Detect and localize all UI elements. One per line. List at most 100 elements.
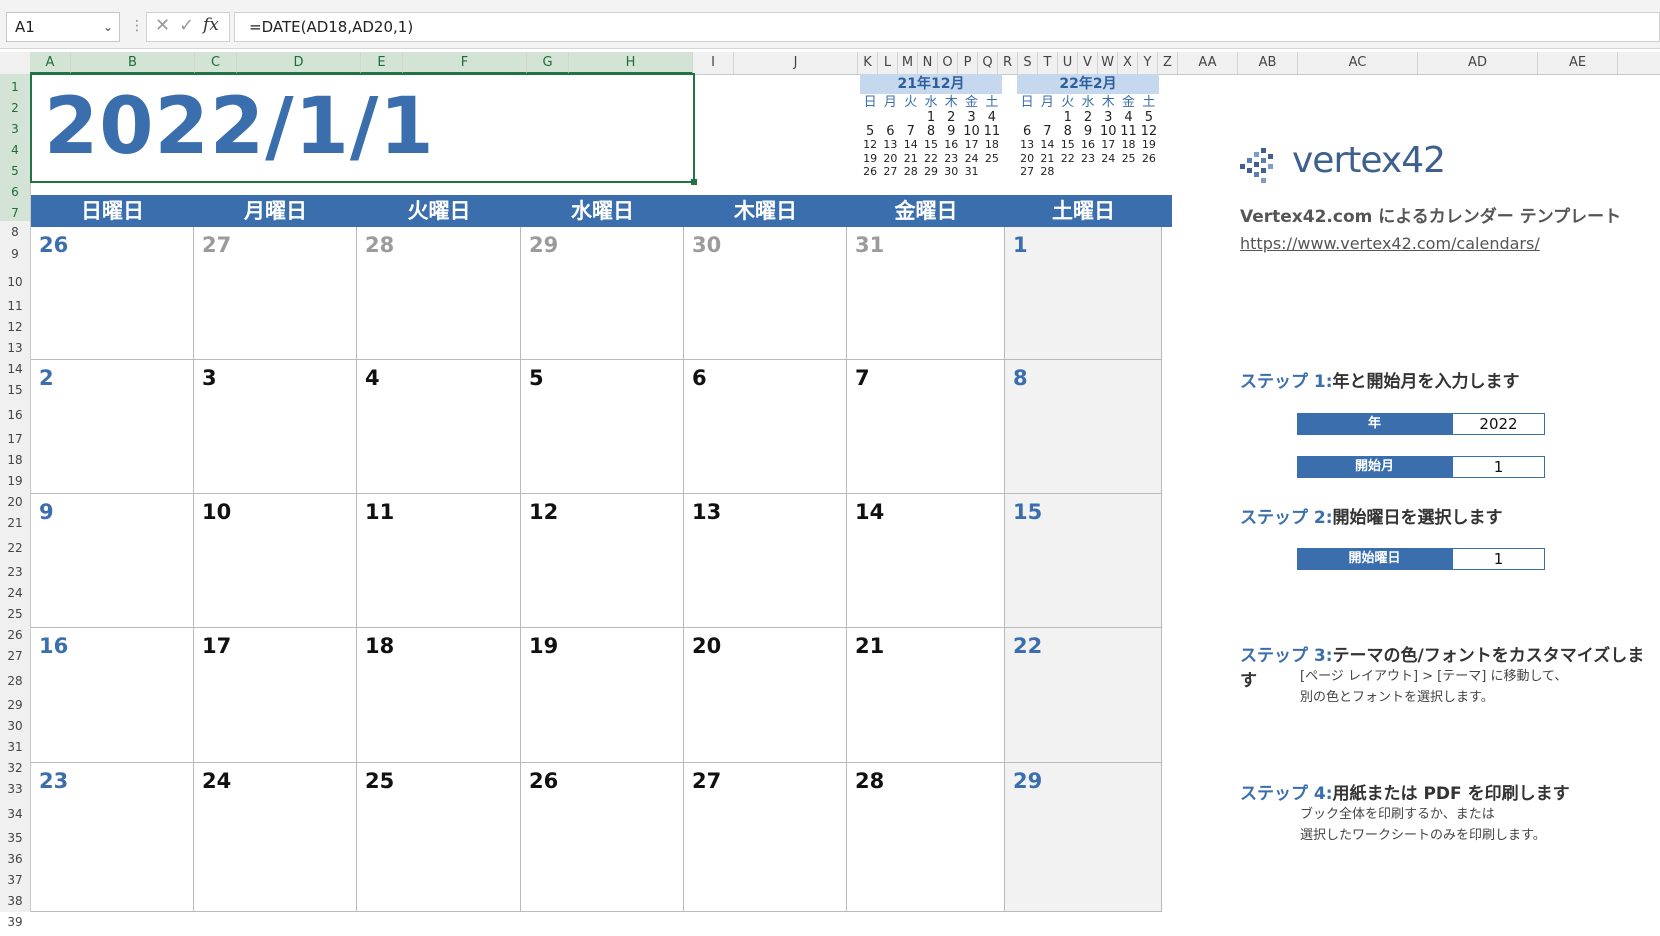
column-header-cell[interactable]: AB [1238,52,1298,74]
row-header-cell[interactable]: 19 [0,468,30,489]
column-header-cell[interactable]: F [403,52,527,74]
calendar-day-cell[interactable]: 25 [357,763,521,912]
column-header-cell[interactable]: K [858,52,878,74]
calendar-day-cell[interactable]: 15 [1005,494,1162,628]
column-header-cell[interactable]: S [1018,52,1038,74]
row-header-cell[interactable]: 17 [0,426,30,447]
calendar-day-cell[interactable]: 26 [31,227,194,360]
row-header-cell[interactable]: 36 [0,846,30,867]
column-header-cell[interactable]: T [1038,52,1058,74]
calendar-day-cell[interactable]: 19 [521,628,684,763]
calendar-day-cell[interactable]: 2 [31,360,194,494]
row-header-cell[interactable]: 31 [0,734,30,755]
column-header-cell[interactable]: A [30,52,71,74]
calendar-day-cell[interactable]: 22 [1005,628,1162,763]
column-header-cell[interactable]: M [898,52,918,74]
calendar-day-cell[interactable]: 26 [521,763,684,912]
column-header-cell[interactable]: D [237,52,361,74]
calendar-day-cell[interactable]: 1 [1005,227,1162,360]
column-header-cell[interactable]: P [958,52,978,74]
row-header-cell[interactable]: 35 [0,825,30,846]
column-header-cell[interactable]: E [361,52,403,74]
row-header-cell[interactable]: 7 [0,200,30,221]
row-header-cell[interactable]: 15 [0,377,30,398]
calendar-day-cell[interactable]: 6 [684,360,847,494]
calendar-day-cell[interactable]: 27 [194,227,357,360]
calendar-day-cell[interactable]: 27 [684,763,847,912]
row-header-cell[interactable]: 11 [0,293,30,314]
row-header-cell[interactable]: 32 [0,755,30,776]
row-header-cell[interactable]: 25 [0,601,30,622]
row-header-cell[interactable]: 38 [0,888,30,909]
calendar-day-cell[interactable]: 8 [1005,360,1162,494]
fill-handle[interactable] [691,179,697,185]
calendar-day-cell[interactable]: 11 [357,494,521,628]
calendar-day-cell[interactable]: 18 [357,628,521,763]
calendar-day-cell[interactable]: 21 [847,628,1005,763]
column-header-cell[interactable]: O [938,52,958,74]
row-header-cell[interactable]: 20 [0,489,30,510]
row-header-cell[interactable]: 30 [0,713,30,734]
row-header-cell[interactable]: 9 [0,237,30,265]
column-header-cell[interactable]: AD [1418,52,1538,74]
row-header-cell[interactable]: 22 [0,531,30,559]
column-header-cell[interactable]: L [878,52,898,74]
column-header-cell[interactable]: Z [1158,52,1178,74]
calendar-day-cell[interactable]: 24 [194,763,357,912]
column-header-cell[interactable]: Q [978,52,998,74]
enter-icon[interactable]: ✓ [179,15,194,36]
row-header-cell[interactable]: 4 [0,137,30,158]
calendar-day-cell[interactable]: 16 [31,628,194,763]
row-header-cell[interactable]: 21 [0,510,30,531]
row-header-cell[interactable]: 39 [0,909,30,930]
column-header-cell[interactable]: G [527,52,569,74]
column-header-cell[interactable]: B [71,52,195,74]
column-header-cell[interactable]: I [693,52,734,74]
row-header-cell[interactable]: 37 [0,867,30,888]
column-header-cell[interactable]: W [1098,52,1118,74]
column-header-cell[interactable]: V [1078,52,1098,74]
row-header-cell[interactable]: 12 [0,314,30,335]
calendar-day-cell[interactable]: 10 [194,494,357,628]
row-header-cell[interactable]: 24 [0,580,30,601]
column-header-cell[interactable]: X [1118,52,1138,74]
start-month-input[interactable]: 1 [1452,456,1545,478]
column-header-cell[interactable]: AE [1538,52,1618,74]
calendar-day-cell[interactable]: 5 [521,360,684,494]
column-header-cell[interactable]: R [998,52,1018,74]
calendar-day-cell[interactable]: 28 [357,227,521,360]
row-header-cell[interactable]: 27 [0,643,30,664]
row-header-cell[interactable]: 3 [0,116,30,137]
cancel-icon[interactable]: ✕ [155,15,170,36]
column-header-cell[interactable]: H [569,52,693,74]
row-header-cell[interactable]: 23 [0,559,30,580]
calendar-day-cell[interactable]: 20 [684,628,847,763]
calendar-day-cell[interactable]: 7 [847,360,1005,494]
row-header-cell[interactable]: 13 [0,335,30,356]
calendar-day-cell[interactable]: 17 [194,628,357,763]
row-header-cell[interactable]: 8 [0,221,30,239]
formula-input[interactable]: =DATE(AD18,AD20,1) [234,12,1660,42]
calendar-day-cell[interactable]: 4 [357,360,521,494]
row-header-cell[interactable]: 29 [0,692,30,713]
start-day-input[interactable]: 1 [1452,548,1545,570]
calendar-day-cell[interactable]: 30 [684,227,847,360]
calendar-day-cell[interactable]: 28 [847,763,1005,912]
calendar-day-cell[interactable]: 23 [31,763,194,912]
row-header-cell[interactable]: 34 [0,797,30,825]
calendar-day-cell[interactable]: 3 [194,360,357,494]
row-header-cell[interactable]: 10 [0,265,30,293]
column-header-cell[interactable]: C [195,52,237,74]
column-header-cell[interactable]: J [734,52,858,74]
calendar-day-cell[interactable]: 29 [1005,763,1162,912]
row-header-cell[interactable]: 33 [0,776,30,797]
row-header-cell[interactable]: 14 [0,356,30,377]
calendar-day-cell[interactable]: 12 [521,494,684,628]
column-header-cell[interactable]: Y [1138,52,1158,74]
column-header-cell[interactable]: N [918,52,938,74]
row-header-cell[interactable]: 26 [0,622,30,643]
row-header-cell[interactable]: 2 [0,95,30,116]
insert-function-icon[interactable]: fx [203,15,219,35]
row-header-cell[interactable]: 5 [0,158,30,179]
column-header-cell[interactable]: U [1058,52,1078,74]
